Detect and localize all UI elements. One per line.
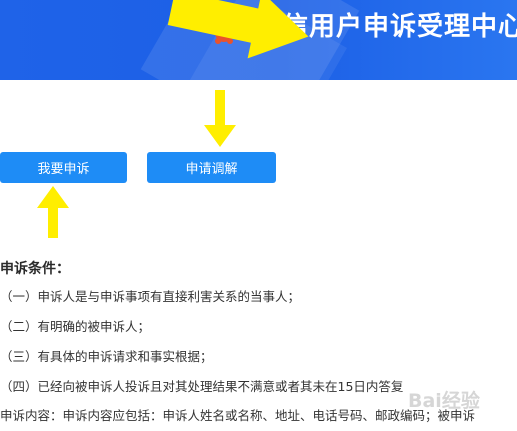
- condition-item: （二）有明确的被申诉人；: [0, 319, 151, 334]
- page-title: 信用户申诉受理中心: [282, 12, 517, 42]
- arrow-up-icon: [37, 186, 69, 238]
- conditions-list: （一）申诉人是与申诉事项有直接利害关系的当事人； （二）有明确的被申诉人； （三…: [0, 284, 403, 404]
- header-banner: 信用户申诉受理中心: [0, 0, 517, 80]
- condition-item: （三）有具体的申诉请求和事实根据；: [0, 349, 213, 364]
- complaint-button[interactable]: 我要申诉: [0, 152, 127, 183]
- page: 信用户申诉受理中心 我要申诉 申请调解 申诉条件： （一）申诉人是与申诉事项有直…: [0, 0, 517, 431]
- complaint-content-text: 申诉内容：申诉内容应包括：申诉人姓名或名称、地址、电话号码、邮政编码；被申诉: [0, 408, 476, 423]
- emblem-icon: [213, 24, 235, 44]
- condition-item: （一）申诉人是与申诉事项有直接利害关系的当事人；: [0, 289, 301, 304]
- arrow-down-icon: [204, 90, 236, 147]
- watermark: Bai经验: [408, 390, 480, 412]
- condition-item: （四）已经向被申诉人投诉且对其处理结果不满意或者其未在15日内答复: [0, 379, 404, 394]
- conditions-heading: 申诉条件：: [0, 261, 70, 277]
- mediation-button[interactable]: 申请调解: [147, 152, 276, 183]
